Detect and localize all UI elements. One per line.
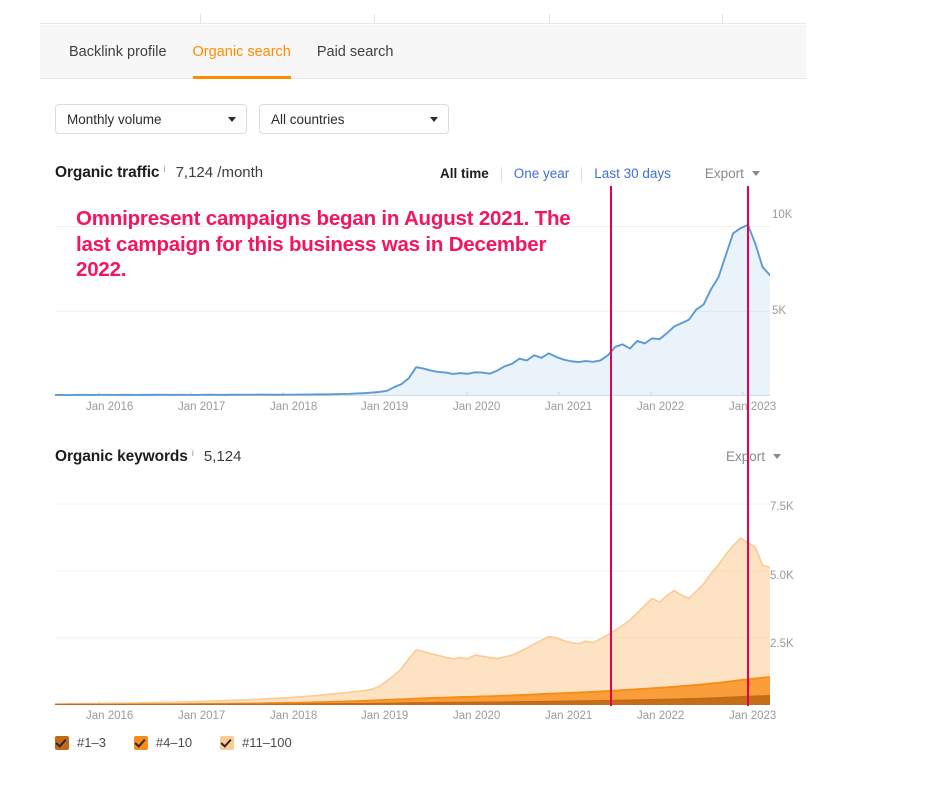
keywords-ytick-75k: 7.5K [770, 501, 794, 513]
keywords-xtick: Jan 2022 [637, 710, 685, 722]
tab-bar: Backlink profile Organic search Paid sea… [40, 25, 806, 79]
date-range-group: All time One year Last 30 days [440, 166, 683, 181]
traffic-xtick: Jan 2021 [545, 401, 593, 413]
organic-keywords-controls: Export [726, 449, 782, 464]
export-label: Export [726, 449, 766, 464]
organic-keywords-header: Organic keywords i 5,124 [55, 448, 241, 466]
keywords-xtick: Jan 2023 [729, 710, 777, 722]
tab-backlink-profile[interactable]: Backlink profile [56, 25, 180, 79]
metric-select-value: Monthly volume [67, 111, 162, 127]
top-tick-1 [200, 14, 201, 23]
country-select[interactable]: All countries [259, 104, 449, 134]
keywords-xtick: Jan 2017 [178, 710, 226, 722]
checkbox-icon[interactable] [220, 735, 235, 750]
organic-keywords-chart[interactable] [55, 480, 770, 705]
tab-label: Backlink profile [69, 44, 167, 60]
traffic-xtick: Jan 2018 [270, 401, 318, 413]
chevron-down-icon [228, 117, 236, 122]
tab-label: Paid search [316, 44, 394, 60]
legend-item-1-3[interactable]: #1–3 [55, 735, 106, 750]
checkbox-icon[interactable] [55, 735, 69, 750]
traffic-ytick-10k: 10K [772, 209, 793, 221]
keywords-xtick: Jan 2020 [453, 710, 501, 722]
traffic-xtick: Jan 2016 [86, 401, 134, 413]
organic-traffic-controls: All time One year Last 30 days Export [440, 166, 760, 181]
tab-label: Organic search [192, 44, 291, 60]
metric-select[interactable]: Monthly volume [55, 104, 247, 134]
info-icon[interactable]: i [192, 448, 194, 459]
traffic-xtick: Jan 2019 [361, 401, 409, 413]
filter-row: Monthly volume All countries [55, 104, 449, 134]
traffic-xtick: Jan 2020 [453, 401, 501, 413]
top-tick-3 [549, 14, 550, 23]
organic-keywords-title: Organic keywords [55, 448, 188, 465]
range-one-year[interactable]: One year [502, 166, 582, 181]
campaign-end-marker [747, 186, 749, 418]
chevron-down-icon [751, 171, 760, 176]
organic-traffic-value: 7,124 /month [175, 164, 264, 181]
top-cutoff-strip [0, 0, 940, 25]
keywords-xtick: Jan 2018 [270, 710, 318, 722]
campaign-end-marker [747, 416, 749, 706]
top-tick-2 [374, 14, 375, 23]
tab-list: Backlink profile Organic search Paid sea… [56, 25, 406, 79]
legend-label: #1–3 [77, 735, 106, 750]
legend-label: #4–10 [155, 735, 193, 750]
traffic-export-button[interactable]: Export [705, 166, 760, 181]
tab-organic-search[interactable]: Organic search [180, 25, 304, 79]
country-select-value: All countries [271, 111, 345, 127]
range-last-30-days[interactable]: Last 30 days [582, 166, 683, 181]
tab-paid-search[interactable]: Paid search [304, 25, 407, 79]
legend-item-11-100[interactable]: #11–100 [220, 735, 292, 750]
organic-traffic-title: Organic traffic [55, 164, 160, 181]
traffic-xtick: Jan 2023 [729, 401, 777, 413]
range-all-time[interactable]: All time [440, 166, 501, 181]
organic-traffic-header: Organic traffic i 7,124 /month [55, 164, 263, 182]
campaign-annotation: Omnipresent campaigns began in August 20… [76, 207, 571, 281]
legend-label: #11–100 [242, 735, 292, 750]
keywords-xtick: Jan 2021 [545, 710, 593, 722]
chevron-down-icon [430, 117, 438, 122]
keywords-xtick: Jan 2016 [86, 710, 134, 722]
keywords-xtick: Jan 2019 [361, 710, 409, 722]
top-tick-4 [722, 14, 723, 23]
info-icon[interactable]: i [163, 164, 165, 175]
legend-item-4-10[interactable]: #4–10 [133, 735, 193, 750]
campaign-start-marker [610, 416, 612, 706]
top-divider [40, 23, 806, 24]
chevron-down-icon [773, 454, 782, 459]
traffic-ytick-5k: 5K [772, 305, 787, 317]
traffic-xtick: Jan 2022 [637, 401, 685, 413]
keywords-ytick-50k: 5.0K [770, 570, 794, 582]
keywords-export-button[interactable]: Export [726, 449, 782, 464]
keywords-legend: #1–3 #4–10 #11–100 [55, 735, 292, 750]
campaign-start-marker [610, 186, 612, 418]
traffic-xtick: Jan 2017 [178, 401, 226, 413]
keywords-ytick-25k: 2.5K [770, 638, 794, 650]
checkbox-icon[interactable] [133, 735, 148, 750]
export-label: Export [704, 166, 744, 181]
organic-keywords-value: 5,124 [203, 448, 242, 465]
